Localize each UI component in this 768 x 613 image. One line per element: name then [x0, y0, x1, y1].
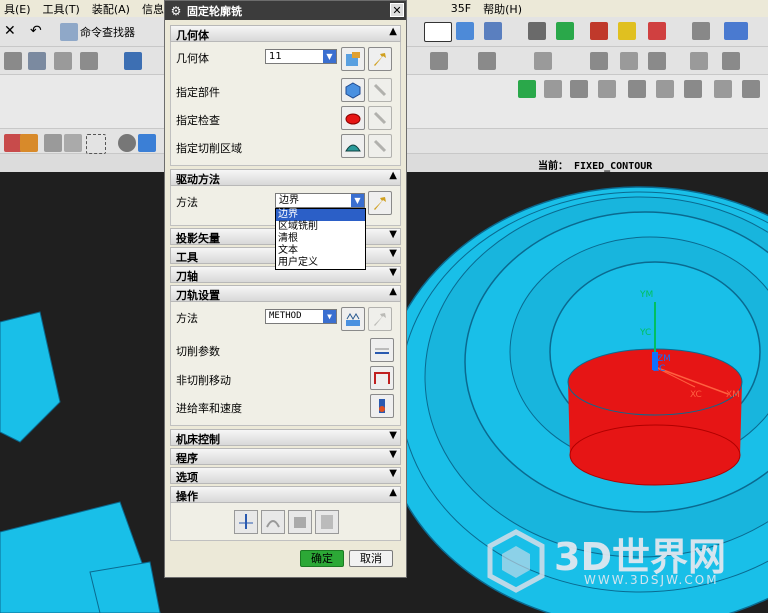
specify-check-button[interactable] — [341, 106, 365, 130]
display-part-button[interactable] — [368, 78, 392, 102]
section-actions[interactable]: 操作 ▲ — [170, 486, 401, 503]
cut-params-button[interactable] — [370, 338, 394, 362]
chevron-up-icon: ▲ — [389, 487, 397, 498]
chevron-down-icon: ▼ — [323, 50, 336, 63]
chevron-down-icon: ▼ — [323, 310, 336, 323]
specify-check-label: 指定检查 — [176, 114, 220, 127]
fixed-contour-dialog: ⚙ 固定轮廓铣 ✕ 几何体 ▲ 几何体 11 ▼ 指定部件 指定检查 指定切削区… — [164, 0, 407, 578]
dialog-title: 固定轮廓铣 — [187, 4, 242, 18]
chevron-up-icon: ▲ — [389, 26, 397, 37]
section-geometry[interactable]: 几何体 ▲ — [170, 25, 401, 42]
drive-method-dropdown: 边界 区域铣削 清根 文本 用户定义 — [275, 208, 366, 270]
section-toolpath-settings[interactable]: 刀轨设置 ▲ — [170, 285, 401, 302]
section-geometry-label: 几何体 — [176, 29, 209, 42]
new-method-button[interactable] — [341, 307, 365, 331]
chevron-down-icon: ▼ — [351, 194, 364, 207]
specify-part-button[interactable] — [341, 78, 365, 102]
section-machine-control-label: 机床控制 — [176, 433, 220, 446]
section-tool-axis-label: 刀轴 — [176, 270, 198, 283]
geometry-select[interactable]: 11 ▼ — [265, 49, 337, 64]
actions-panel — [170, 503, 401, 541]
geometry-select-value: 11 — [269, 51, 282, 62]
watermark-logo: 3D世界网 WWW.3DSJW.COM — [486, 528, 756, 598]
section-tool-label: 工具 — [176, 251, 198, 264]
drive-option-user-defined[interactable]: 用户定义 — [276, 257, 365, 269]
method-label: 方法 — [176, 312, 198, 325]
section-projection-vector-label: 投影矢量 — [176, 232, 220, 245]
specify-cut-area-label: 指定切削区域 — [176, 142, 242, 155]
display-cut-area-button[interactable] — [368, 134, 392, 158]
specify-cut-area-button[interactable] — [341, 134, 365, 158]
new-geometry-button[interactable] — [341, 47, 365, 71]
chevron-down-icon: ▼ — [389, 248, 397, 259]
section-program[interactable]: 程序 ▼ — [170, 448, 401, 465]
drive-method-label: 方法 — [176, 196, 198, 209]
chevron-up-icon: ▲ — [389, 170, 397, 181]
watermark-url: WWW.3DSJW.COM — [584, 573, 719, 587]
section-machine-control[interactable]: 机床控制 ▼ — [170, 429, 401, 446]
non-cut-moves-label: 非切削移动 — [176, 374, 231, 387]
section-toolpath-settings-label: 刀轨设置 — [176, 289, 220, 302]
drive-option-text[interactable]: 文本 — [276, 245, 365, 257]
feeds-speeds-label: 进给率和速度 — [176, 402, 242, 415]
chevron-down-icon: ▼ — [389, 468, 397, 479]
method-select-value: METHOD — [269, 311, 302, 321]
cut-params-label: 切削参数 — [176, 345, 220, 358]
drive-option-flowcut[interactable]: 清根 — [276, 233, 365, 245]
chevron-down-icon: ▼ — [389, 267, 397, 278]
chevron-down-icon: ▼ — [389, 229, 397, 240]
edit-drive-method-button[interactable] — [368, 191, 392, 215]
section-drive-method[interactable]: 驱动方法 ▲ — [170, 169, 401, 186]
dialog-titlebar[interactable]: ⚙ 固定轮廓铣 ✕ — [165, 1, 406, 20]
verify-button[interactable] — [288, 510, 312, 534]
drive-option-boundary[interactable]: 边界 — [276, 209, 365, 221]
method-select[interactable]: METHOD ▼ — [265, 309, 337, 324]
gear-icon[interactable]: ⚙ — [169, 4, 183, 18]
edit-method-button[interactable] — [368, 307, 392, 331]
close-button[interactable]: ✕ — [390, 3, 404, 17]
cancel-button[interactable]: 取消 — [349, 550, 393, 567]
section-options-label: 选项 — [176, 471, 198, 484]
drive-option-area-milling[interactable]: 区域铣削 — [276, 221, 365, 233]
specify-part-label: 指定部件 — [176, 86, 220, 99]
ok-button[interactable]: 确定 — [300, 550, 344, 567]
display-check-button[interactable] — [368, 106, 392, 130]
section-options[interactable]: 选项 ▼ — [170, 467, 401, 484]
cube-logo-icon — [487, 529, 545, 593]
chevron-down-icon: ▼ — [389, 430, 397, 441]
section-drive-method-label: 驱动方法 — [176, 173, 220, 186]
non-cut-moves-button[interactable] — [370, 366, 394, 390]
feeds-speeds-button[interactable] — [370, 394, 394, 418]
chevron-down-icon: ▼ — [389, 449, 397, 460]
section-actions-label: 操作 — [176, 490, 198, 503]
generate-button[interactable] — [234, 510, 258, 534]
drive-method-select[interactable]: 边界 ▼ — [275, 193, 365, 208]
geometry-label: 几何体 — [176, 52, 209, 65]
replay-button[interactable] — [261, 510, 285, 534]
drive-method-select-value: 边界 — [279, 195, 299, 206]
section-program-label: 程序 — [176, 452, 198, 465]
list-button[interactable] — [315, 510, 339, 534]
chevron-up-icon: ▲ — [389, 286, 397, 297]
edit-geometry-button[interactable] — [368, 47, 392, 71]
